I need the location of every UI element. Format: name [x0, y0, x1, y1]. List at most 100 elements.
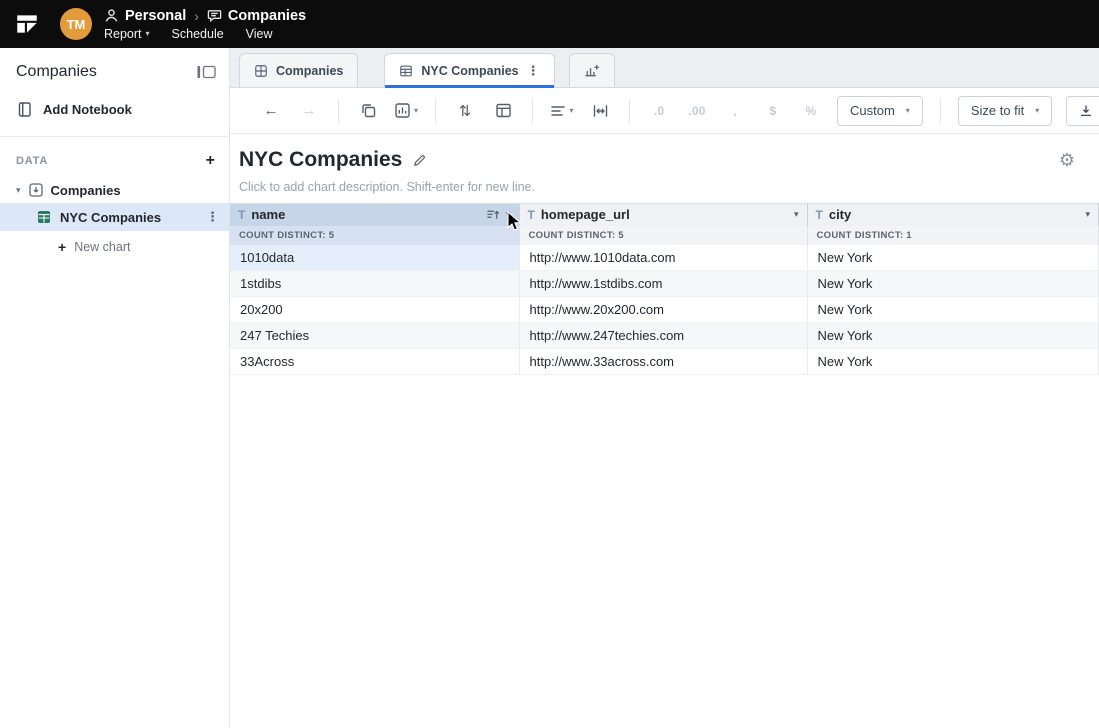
- app-window: TM Personal › Companies Report ▾ Sc: [0, 0, 1099, 728]
- column-header-name[interactable]: T name ▾: [230, 204, 519, 226]
- sidebar-item-label: NYC Companies: [60, 210, 161, 225]
- back-button[interactable]: ←: [259, 98, 283, 124]
- caret-down-icon[interactable]: ▾: [506, 209, 511, 220]
- export-button[interactable]: Export: [1066, 96, 1099, 126]
- table-cell[interactable]: http://www.1010data.com: [519, 245, 807, 271]
- dataset-label: Companies: [51, 183, 121, 198]
- custom-format-label: Custom: [850, 103, 895, 118]
- person-icon: [104, 8, 119, 23]
- toolbar-divider: [338, 99, 339, 123]
- caret-down-icon: ▾: [146, 29, 150, 38]
- table-cell[interactable]: New York: [807, 323, 1099, 349]
- sort-button[interactable]: ⇅: [453, 98, 477, 124]
- tab-nyc-companies[interactable]: NYC Companies ⋮: [384, 53, 554, 87]
- tab-label: Companies: [276, 64, 343, 78]
- table-cell[interactable]: 33Across: [230, 349, 519, 375]
- column-stats-homepage-url: COUNT DISTINCT: 5: [519, 226, 807, 245]
- caret-down-icon: ▾: [414, 106, 418, 115]
- table-icon: [399, 64, 413, 78]
- notebook-icon: [16, 101, 33, 118]
- column-header-homepage-url[interactable]: T homepage_url ▾: [519, 204, 807, 226]
- table-icon: [36, 209, 52, 225]
- menu-view[interactable]: View: [246, 27, 273, 41]
- table-cell[interactable]: http://www.247techies.com: [519, 323, 807, 349]
- text-type-icon: T: [528, 208, 535, 222]
- breadcrumb-item[interactable]: Companies: [228, 8, 306, 24]
- download-icon: [1079, 104, 1093, 118]
- add-chart-tab-button[interactable]: [569, 53, 615, 87]
- kebab-menu-icon[interactable]: ⋮: [206, 209, 219, 225]
- add-notebook-button[interactable]: Add Notebook: [0, 91, 229, 137]
- increase-decimal-button[interactable]: .00: [685, 98, 709, 124]
- table-cell[interactable]: http://www.20x200.com: [519, 297, 807, 323]
- currency-format-button[interactable]: $: [761, 98, 785, 124]
- chart-type-button[interactable]: ▾: [394, 98, 418, 124]
- data-section-label: DATA: [16, 155, 48, 167]
- content-area: NYC Companies ⚙ Click to add chart descr…: [230, 134, 1099, 728]
- table-cell[interactable]: 247 Techies: [230, 323, 519, 349]
- toolbar-divider: [940, 99, 941, 123]
- title-row: NYC Companies ⚙: [230, 134, 1099, 172]
- column-header-city[interactable]: T city ▾: [807, 204, 1099, 226]
- table-cell[interactable]: 1010data: [230, 245, 519, 271]
- breadcrumb: Personal › Companies: [104, 8, 306, 24]
- table-cell[interactable]: 1stdibs: [230, 271, 519, 297]
- menu-schedule-label: Schedule: [172, 27, 224, 41]
- table-cell[interactable]: http://www.1stdibs.com: [519, 271, 807, 297]
- tab-kebab-menu-icon[interactable]: ⋮: [527, 63, 540, 79]
- caret-down-icon[interactable]: ▾: [794, 209, 799, 220]
- settings-gear-icon[interactable]: ⚙: [1059, 151, 1075, 169]
- chevron-down-icon[interactable]: ▾: [16, 185, 21, 196]
- collapse-sidebar-icon[interactable]: [196, 64, 217, 80]
- add-data-icon[interactable]: +: [206, 153, 215, 169]
- toolbar-right-group: Size to fit ▾ Export: [930, 96, 1099, 126]
- edit-title-pencil-icon[interactable]: [412, 153, 427, 168]
- forward-button[interactable]: →: [297, 98, 321, 124]
- caret-down-icon[interactable]: ▾: [1085, 209, 1090, 220]
- table-cell[interactable]: New York: [807, 297, 1099, 323]
- table-header-row: T name ▾ T homepage_url: [230, 204, 1099, 226]
- user-avatar[interactable]: TM: [60, 8, 92, 40]
- size-to-fit-button[interactable]: Size to fit ▾: [958, 96, 1052, 126]
- table-cell[interactable]: 20x200: [230, 297, 519, 323]
- new-chart-label: New chart: [74, 240, 130, 254]
- custom-format-button[interactable]: Custom ▾: [837, 96, 923, 126]
- add-notebook-label: Add Notebook: [43, 102, 132, 117]
- mode-logo[interactable]: [14, 10, 42, 38]
- pivot-table-button[interactable]: [491, 98, 515, 124]
- chart-plus-icon: [583, 63, 600, 78]
- sort-ascending-icon[interactable]: [486, 208, 500, 221]
- tab-companies[interactable]: Companies: [239, 53, 358, 87]
- menu-schedule[interactable]: Schedule: [172, 27, 224, 41]
- chart-description-placeholder[interactable]: Click to add chart description. Shift-en…: [230, 172, 1099, 194]
- table-cell[interactable]: New York: [807, 245, 1099, 271]
- topbar: TM Personal › Companies Report ▾ Sc: [0, 0, 1099, 48]
- column-label: city: [829, 207, 851, 222]
- main-area: Companies NYC Companies ⋮ ← →: [230, 48, 1099, 728]
- decrease-decimal-button[interactable]: .0: [647, 98, 671, 124]
- comma-format-button[interactable]: ,: [723, 98, 747, 124]
- sidebar-item-nyc-companies[interactable]: NYC Companies ⋮: [0, 203, 229, 231]
- alignment-button[interactable]: ▾: [550, 98, 574, 124]
- menu-report[interactable]: Report ▾: [104, 27, 150, 41]
- caret-down-icon: ▾: [1035, 106, 1039, 115]
- column-stats-city: COUNT DISTINCT: 1: [807, 226, 1099, 245]
- column-label: name: [251, 207, 285, 222]
- toolbar-divider: [532, 99, 533, 123]
- caret-down-icon: ▾: [569, 106, 573, 115]
- new-chart-button[interactable]: + New chart: [0, 231, 229, 263]
- page-title: NYC Companies: [239, 148, 402, 172]
- breadcrumb-workspace[interactable]: Personal: [125, 8, 186, 24]
- duplicate-button[interactable]: [356, 98, 380, 124]
- table-cell[interactable]: New York: [807, 271, 1099, 297]
- sidebar-header: Companies: [0, 48, 229, 91]
- size-to-fit-label: Size to fit: [971, 103, 1024, 118]
- sidebar: Companies Add Notebook DATA + ▾ Companie…: [0, 48, 230, 728]
- toolbar-divider: [435, 99, 436, 123]
- fit-width-button[interactable]: [588, 98, 612, 124]
- table-cell[interactable]: http://www.33across.com: [519, 349, 807, 375]
- toolbar: ← → ▾ ⇅ ▾ .0 .00: [230, 88, 1099, 134]
- sidebar-item-companies-dataset[interactable]: ▾ Companies: [0, 177, 229, 203]
- percent-format-button[interactable]: %: [799, 98, 823, 124]
- table-cell[interactable]: New York: [807, 349, 1099, 375]
